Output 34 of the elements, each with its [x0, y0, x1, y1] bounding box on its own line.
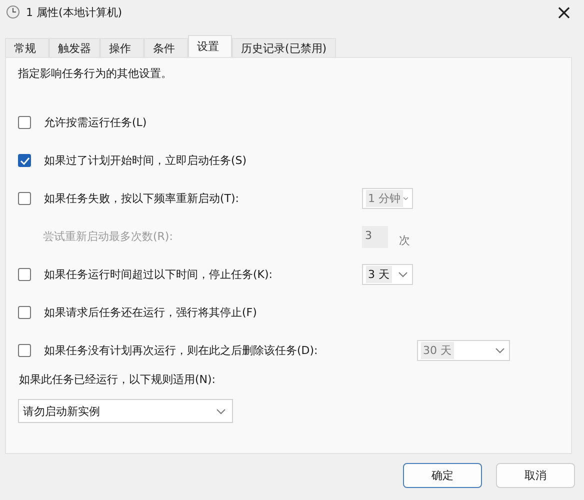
tab[interactable]: 触发器 — [49, 38, 100, 57]
dialog-button[interactable]: 确定 — [403, 463, 482, 488]
window-title: 1 属性(本地计算机) — [26, 4, 122, 20]
checkbox-label: 如果请求后任务还在运行，强行将其停止(F) — [44, 305, 257, 320]
dialog-button[interactable]: 取消 — [496, 463, 575, 488]
close-button[interactable]: × — [544, 0, 584, 24]
tab[interactable]: 条件 — [144, 38, 188, 57]
checkbox-label: 允许按需运行任务(L) — [44, 115, 147, 130]
field-label: 尝试重新启动最多次数(R): — [42, 229, 173, 244]
description-text: 指定影响任务行为的其他设置。 — [18, 66, 173, 82]
tab[interactable]: 操作 — [100, 38, 144, 57]
chevron-icon — [402, 195, 408, 202]
dropdown[interactable]: 3 天 — [362, 264, 413, 285]
chevron-icon — [216, 408, 226, 414]
tab[interactable]: 历史记录(已禁用) — [232, 38, 336, 57]
checkbox[interactable] — [18, 306, 31, 319]
chevron-icon — [398, 271, 408, 278]
check-icon — [20, 156, 30, 164]
clock-icon — [6, 5, 20, 19]
tab[interactable]: 设置 — [188, 35, 232, 57]
unit-label: 次 — [399, 233, 410, 248]
checkbox-label: 如果任务失败，按以下频率重新启动(T): — [44, 191, 240, 206]
checkbox[interactable] — [18, 192, 31, 205]
checkbox-label: 如果任务没有计划再次运行，则在此之后删除该任务(D): — [44, 343, 318, 358]
checkbox[interactable] — [18, 268, 31, 281]
chevron-icon — [495, 347, 505, 354]
tab[interactable]: 常规 — [5, 38, 49, 57]
checkbox[interactable] — [18, 116, 31, 129]
rule-label: 如果此任务已经运行，以下规则适用(N): — [19, 372, 217, 388]
checkbox-label: 如果任务运行时间超过以下时间，停止任务(K): — [44, 267, 273, 282]
checkbox-label: 如果过了计划开始时间，立即启动任务(S) — [44, 153, 247, 168]
checkbox[interactable] — [18, 154, 31, 167]
checkbox[interactable] — [18, 344, 31, 357]
dropdown[interactable]: 请勿启动新实例 — [18, 399, 233, 423]
